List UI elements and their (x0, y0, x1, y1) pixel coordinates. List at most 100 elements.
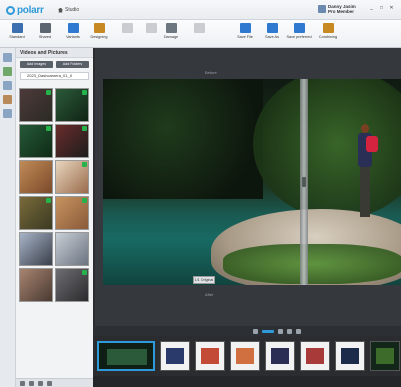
filmstrip-frame[interactable] (160, 341, 190, 371)
zoom-out-icon[interactable] (253, 328, 258, 334)
left-rail (0, 48, 16, 387)
settings-icon[interactable] (3, 109, 12, 118)
original-badge: 1/1 Original (193, 276, 215, 284)
check-icon[interactable] (82, 162, 87, 167)
photo-preview[interactable] (103, 79, 401, 285)
filmstrip-controls (93, 326, 401, 336)
folder-selector[interactable]: 2023_Dashcamera_01_II (20, 72, 89, 80)
splitter-handle-icon[interactable] (302, 177, 306, 187)
forest-canopy (253, 79, 401, 219)
check-icon[interactable] (46, 90, 51, 95)
add-folders-button[interactable]: Add Folders (56, 61, 89, 68)
fullscreen-icon[interactable] (296, 328, 301, 334)
library-icon[interactable] (3, 53, 12, 62)
filmstrip-frame[interactable] (265, 341, 295, 371)
thumbnail[interactable] (19, 232, 53, 266)
undo-icon (121, 23, 133, 33)
toolbar-label: Damage (163, 35, 179, 39)
panel-footer (16, 378, 93, 387)
close-button[interactable]: ✕ (388, 5, 395, 11)
toolbar-label: Shared (38, 35, 52, 39)
frame-image (376, 348, 394, 364)
filter-icon[interactable] (3, 95, 12, 104)
thumbnail[interactable] (55, 232, 89, 266)
share-icon (39, 23, 51, 33)
frame-image (306, 348, 324, 364)
damage-icon (165, 23, 177, 33)
sort-icon[interactable] (38, 381, 43, 386)
logo-text: polarr (17, 5, 44, 16)
frame-image (271, 348, 289, 364)
thumbnail[interactable] (19, 124, 53, 158)
toolbar-label: Save preferred (286, 35, 312, 39)
filmstrip-frame[interactable] (230, 341, 260, 371)
status-bar (93, 376, 401, 387)
toolbar-label: Save As (265, 35, 279, 39)
check-icon[interactable] (82, 90, 87, 95)
thumbnail[interactable] (55, 88, 89, 122)
media-panel: Videos and Pictures Add Images Add Folde… (16, 48, 93, 387)
blank-icon (193, 23, 205, 33)
filmstrip-frame[interactable] (97, 341, 155, 371)
delete-icon[interactable] (47, 381, 52, 386)
moss-patch (223, 244, 401, 284)
check-icon[interactable] (82, 270, 87, 275)
image-icon[interactable] (3, 81, 12, 90)
user-account[interactable]: Danny Jasim Pro Member (318, 4, 356, 14)
thumbnail[interactable] (55, 160, 89, 194)
frame-image (201, 348, 219, 364)
panel-title: Videos and Pictures (16, 48, 93, 58)
toolbar-button-6[interactable]: Damage (156, 23, 186, 39)
frame-image (341, 348, 359, 364)
compare-splitter[interactable] (300, 79, 308, 285)
before-label: Before (205, 70, 217, 75)
filmstrip-frame[interactable] (335, 341, 365, 371)
after-label: After (205, 292, 214, 297)
combine-icon (322, 23, 334, 33)
logo-icon (6, 6, 15, 15)
check-icon[interactable] (46, 126, 51, 131)
check-icon[interactable] (46, 198, 51, 203)
filmstrip-frame[interactable] (195, 341, 225, 371)
add-images-button[interactable]: Add Images (20, 61, 53, 68)
app-logo[interactable]: polarr (6, 5, 44, 16)
filmstrip-frame[interactable] (300, 341, 330, 371)
main-toolbar: Standard Shared Variants Designing Damage Sav… (0, 20, 401, 48)
check-icon[interactable] (82, 198, 87, 203)
toolbar-button-0[interactable]: Standard (2, 23, 32, 39)
thumbnail[interactable] (55, 196, 89, 230)
minimize-button[interactable]: _ (368, 5, 375, 11)
toolbar-button-11[interactable]: Combining (313, 23, 343, 39)
filmstrip-frame[interactable] (370, 341, 400, 371)
thumbnail-grid (19, 88, 91, 302)
toolbar-button-8[interactable]: Save File (230, 23, 260, 39)
toolbar-button-7[interactable] (184, 23, 214, 35)
red-backpack (366, 136, 378, 152)
toolbar-button-3[interactable]: Designing (84, 23, 114, 39)
design-icon (93, 23, 105, 33)
title-bar: polarr Studio Danny Jasim Pro Member _ □ … (0, 0, 401, 20)
folder-icon[interactable] (3, 67, 12, 76)
standard-icon (11, 23, 23, 33)
fit-icon[interactable] (287, 328, 292, 334)
zoom-slider[interactable] (262, 329, 274, 333)
thumbnail[interactable] (19, 88, 53, 122)
grid-view-icon[interactable] (20, 381, 25, 386)
home-label: Studio (65, 7, 80, 13)
toolbar-button-10[interactable]: Save preferred (284, 23, 314, 39)
list-view-icon[interactable] (29, 381, 34, 386)
toolbar-button-9[interactable]: Save As (257, 23, 287, 39)
save-file-icon (239, 23, 251, 33)
home-tab[interactable]: Studio (58, 7, 79, 13)
thumbnail[interactable] (19, 196, 53, 230)
thumbnail[interactable] (19, 160, 53, 194)
toolbar-button-1[interactable]: Shared (30, 23, 60, 39)
person-figure (358, 124, 378, 219)
maximize-button[interactable]: □ (378, 5, 385, 11)
thumbnail[interactable] (55, 124, 89, 158)
check-icon[interactable] (82, 126, 87, 131)
window-controls: _ □ ✕ (368, 5, 395, 11)
zoom-in-icon[interactable] (278, 328, 283, 334)
thumbnail[interactable] (55, 268, 89, 302)
thumbnail[interactable] (19, 268, 53, 302)
